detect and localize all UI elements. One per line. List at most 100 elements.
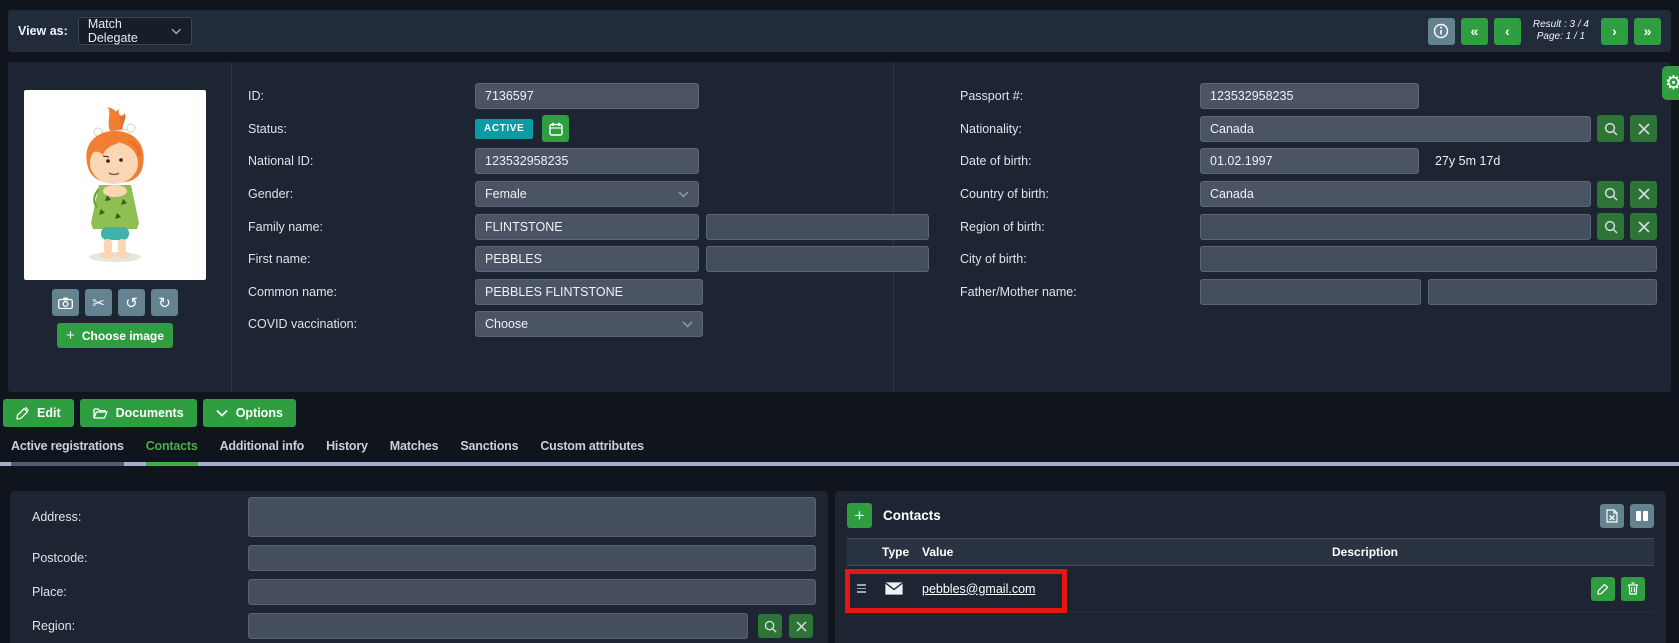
passport-form: Passport #: Nationality: Date of birth: … xyxy=(960,80,1659,308)
family-name-alt-input[interactable] xyxy=(706,214,929,240)
options-button[interactable]: Options xyxy=(203,399,296,427)
crop-image-button[interactable]: ✂ xyxy=(85,289,112,316)
contacts-title: Contacts xyxy=(883,508,941,523)
contact-row: pebbles@gmail.com xyxy=(847,566,1654,612)
id-label: ID: xyxy=(248,89,475,103)
first-name-alt-input[interactable] xyxy=(706,246,929,272)
delete-contact-button[interactable] xyxy=(1621,577,1645,601)
first-page-button[interactable]: « xyxy=(1461,18,1488,45)
field-row-region-of-birth: Region of birth: xyxy=(960,210,1659,243)
chevron-down-icon xyxy=(171,28,181,35)
country-of-birth-search-button[interactable] xyxy=(1597,181,1624,208)
nationality-input[interactable] xyxy=(1200,116,1591,142)
region-search-button[interactable] xyxy=(758,614,782,638)
mother-name-input[interactable] xyxy=(1428,279,1657,305)
info-button[interactable] xyxy=(1428,18,1455,45)
settings-gear-button[interactable]: ⚙ xyxy=(1662,66,1679,100)
double-chevron-left-icon: « xyxy=(1470,23,1478,39)
photo-column: ✂ ↺ ↻ + Choose image xyxy=(24,90,224,348)
close-icon xyxy=(1638,123,1650,135)
region-clear-button[interactable] xyxy=(789,614,813,638)
contacts-panel: + Contacts Type Value Description pebbl xyxy=(835,491,1666,643)
field-row-city-of-birth: City of birth: xyxy=(960,243,1659,276)
national-id-input[interactable] xyxy=(475,148,699,174)
postcode-label: Postcode: xyxy=(22,551,248,565)
nationality-search-button[interactable] xyxy=(1597,115,1624,142)
city-of-birth-label: City of birth: xyxy=(960,252,1200,266)
father-mother-label: Father/Mother name: xyxy=(960,285,1200,299)
nationality-clear-button[interactable] xyxy=(1630,115,1657,142)
last-page-button[interactable]: » xyxy=(1634,18,1661,45)
place-input[interactable] xyxy=(248,579,816,605)
dob-input[interactable] xyxy=(1200,148,1419,174)
field-row-place: Place: xyxy=(22,579,816,605)
dob-label: Date of birth: xyxy=(960,154,1200,168)
field-row-covid: COVID vaccination: Choose xyxy=(248,308,703,341)
tab-matches[interactable]: Matches xyxy=(390,439,439,466)
trash-icon xyxy=(1627,582,1639,595)
scissors-icon: ✂ xyxy=(92,294,105,312)
table-columns-icon xyxy=(1635,510,1649,522)
region-of-birth-input[interactable] xyxy=(1200,214,1591,240)
edit-button[interactable]: Edit xyxy=(3,399,74,427)
options-label: Options xyxy=(236,406,283,420)
search-icon xyxy=(1604,220,1618,234)
next-page-button[interactable]: › xyxy=(1601,18,1628,45)
region-input[interactable] xyxy=(248,613,748,639)
drag-handle-icon[interactable] xyxy=(857,584,871,593)
gender-select[interactable]: Female xyxy=(475,181,699,207)
result-info: Result : 3 / 4 Page: 1 / 1 xyxy=(1527,19,1595,43)
place-label: Place: xyxy=(22,585,248,599)
passport-label: Passport #: xyxy=(960,89,1200,103)
prev-page-button[interactable]: ‹ xyxy=(1494,18,1521,45)
view-as-select[interactable]: Match Delegate xyxy=(78,17,192,45)
choose-image-button[interactable]: + Choose image xyxy=(57,323,173,348)
rotate-right-button[interactable]: ↻ xyxy=(151,289,178,316)
contacts-header: + Contacts xyxy=(847,503,1654,528)
city-of-birth-input[interactable] xyxy=(1200,246,1657,272)
tab-custom-attributes[interactable]: Custom attributes xyxy=(540,439,644,466)
common-name-input[interactable] xyxy=(475,279,703,305)
passport-input[interactable] xyxy=(1200,83,1419,109)
father-name-input[interactable] xyxy=(1200,279,1421,305)
export-excel-button[interactable] xyxy=(1600,504,1624,528)
id-input[interactable] xyxy=(475,83,699,109)
close-icon xyxy=(1638,188,1650,200)
plus-icon: + xyxy=(66,327,75,344)
columns-button[interactable] xyxy=(1630,504,1654,528)
top-bar: View as: Match Delegate « ‹ Result : 3 /… xyxy=(8,10,1671,52)
email-envelope-icon xyxy=(884,581,904,596)
add-contact-button[interactable]: + xyxy=(847,503,872,528)
tab-additional-info[interactable]: Additional info xyxy=(220,439,304,466)
chevron-right-icon: › xyxy=(1612,23,1617,39)
first-name-input[interactable] xyxy=(475,246,699,272)
age-text: 27y 5m 17d xyxy=(1435,154,1500,168)
search-icon xyxy=(764,620,777,633)
country-of-birth-input[interactable] xyxy=(1200,181,1591,207)
plus-icon: + xyxy=(855,506,865,526)
tab-active-registrations[interactable]: Active registrations xyxy=(11,439,124,466)
postcode-input[interactable] xyxy=(248,545,816,571)
field-row-region: Region: xyxy=(22,613,816,639)
national-id-label: National ID: xyxy=(248,154,475,168)
contact-email-link[interactable]: pebbles@gmail.com xyxy=(922,582,1035,596)
take-photo-button[interactable] xyxy=(52,289,79,316)
rotate-left-button[interactable]: ↺ xyxy=(118,289,145,316)
country-of-birth-clear-button[interactable] xyxy=(1630,181,1657,208)
tab-contacts[interactable]: Contacts xyxy=(146,439,198,466)
family-name-label: Family name: xyxy=(248,220,475,234)
region-of-birth-search-button[interactable] xyxy=(1597,213,1624,240)
gender-value: Female xyxy=(485,187,527,201)
tab-sanctions[interactable]: Sanctions xyxy=(460,439,518,466)
column-type: Type xyxy=(882,545,922,559)
family-name-input[interactable] xyxy=(475,214,699,240)
documents-button[interactable]: Documents xyxy=(80,399,197,427)
status-history-button[interactable] xyxy=(542,115,569,142)
edit-contact-button[interactable] xyxy=(1591,577,1615,601)
field-row-father-mother: Father/Mother name: xyxy=(960,276,1659,309)
covid-select[interactable]: Choose xyxy=(475,311,703,337)
address-input[interactable] xyxy=(248,497,816,537)
tab-history[interactable]: History xyxy=(326,439,368,466)
region-of-birth-clear-button[interactable] xyxy=(1630,213,1657,240)
field-row-country-of-birth: Country of birth: xyxy=(960,178,1659,211)
